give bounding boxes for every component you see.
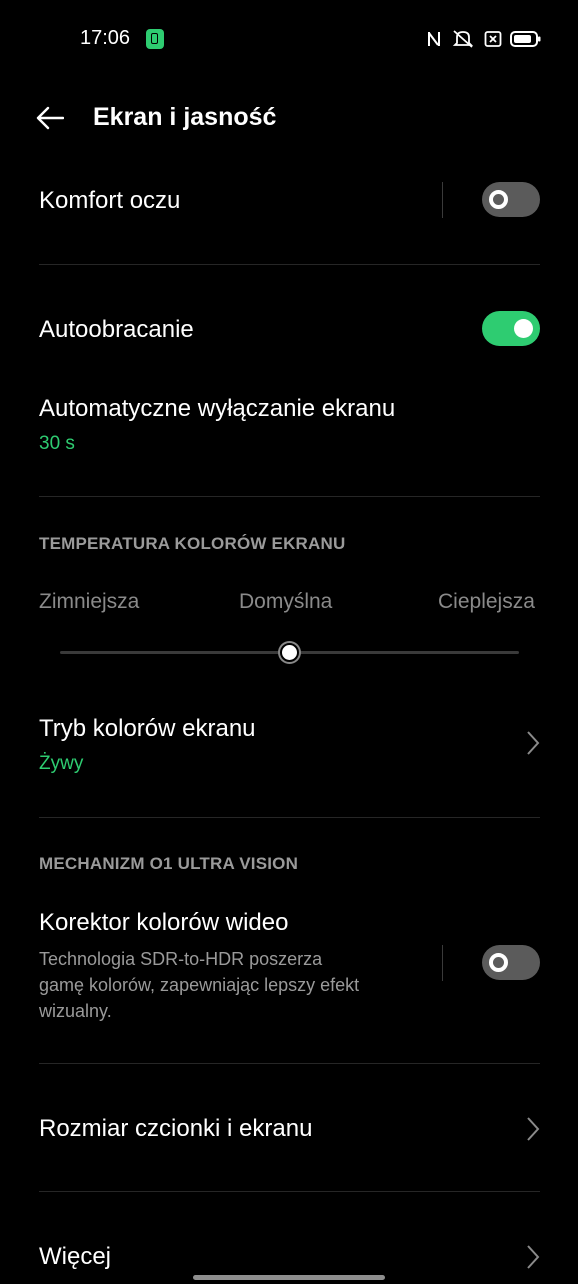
auto-rotate-row[interactable]: Autoobracanie <box>0 290 578 368</box>
font-size-label: Rozmiar czcionki i ekranu <box>39 1115 313 1142</box>
ultra-vision-section-title: MECHANIZM O1 ULTRA VISION <box>39 854 299 873</box>
chevron-right-icon <box>527 1245 540 1269</box>
nfc-icon <box>428 32 440 46</box>
video-color-corrector-row[interactable]: Korektor kolorów wideo Technologia SDR-t… <box>0 895 578 1030</box>
toggle-knob <box>489 953 508 972</box>
back-arrow-icon[interactable] <box>36 105 64 131</box>
color-temp-section-title: TEMPERATURA KOLORÓW EKRANU <box>39 534 346 553</box>
video-color-corrector-desc-line1: Technologia SDR-to-HDR poszerza <box>39 949 323 969</box>
color-temp-cooler-label: Zimniejsza <box>39 590 140 613</box>
toggle-knob <box>489 190 508 209</box>
color-temp-default-label: Domyślna <box>239 590 333 613</box>
auto-rotate-toggle[interactable] <box>482 311 540 346</box>
color-temp-warmer-label: Cieplejsza <box>438 590 535 613</box>
battery-icon <box>510 31 541 47</box>
divider <box>39 817 540 818</box>
eye-comfort-toggle[interactable] <box>482 182 540 217</box>
no-sim-icon <box>484 31 502 47</box>
divider <box>39 496 540 497</box>
screen-timeout-value: 30 s <box>39 433 75 454</box>
eye-comfort-row[interactable]: Komfort oczu <box>0 160 578 240</box>
toggle-knob <box>514 319 533 338</box>
video-color-corrector-desc-line2: gamę kolorów, zapewniając lepszy efekt <box>39 975 360 995</box>
screen-timeout-label: Automatyczne wyłączanie ekranu <box>39 395 396 422</box>
chevron-right-icon <box>527 731 540 755</box>
video-color-corrector-label: Korektor kolorów wideo <box>39 909 289 936</box>
eye-comfort-label: Komfort oczu <box>39 187 181 214</box>
color-mode-label: Tryb kolorów ekranu <box>39 715 256 742</box>
color-temp-slider-thumb[interactable] <box>280 643 299 662</box>
status-time: 17:06 <box>80 27 131 49</box>
font-size-row[interactable]: Rozmiar czcionki i ekranu <box>0 1090 578 1170</box>
auto-rotate-label: Autoobracanie <box>39 316 194 343</box>
divider <box>39 1191 540 1192</box>
more-label: Więcej <box>39 1243 112 1270</box>
divider <box>39 264 540 265</box>
color-mode-value: Żywy <box>39 753 84 774</box>
row-separator <box>442 945 443 981</box>
home-indicator[interactable] <box>193 1275 385 1280</box>
page-title: Ekran i jasność <box>93 103 277 131</box>
divider <box>39 1063 540 1064</box>
color-mode-row[interactable]: Tryb kolorów ekranu Żywy <box>0 700 578 790</box>
chevron-right-icon <box>527 1117 540 1141</box>
video-color-corrector-desc-line3: wizualny. <box>39 1001 112 1021</box>
row-separator <box>442 182 443 218</box>
sim-icon <box>146 29 164 49</box>
vibrate-off-icon <box>452 30 474 48</box>
video-color-corrector-toggle[interactable] <box>482 945 540 980</box>
screen-timeout-row[interactable]: Automatyczne wyłączanie ekranu 30 s <box>0 380 578 470</box>
